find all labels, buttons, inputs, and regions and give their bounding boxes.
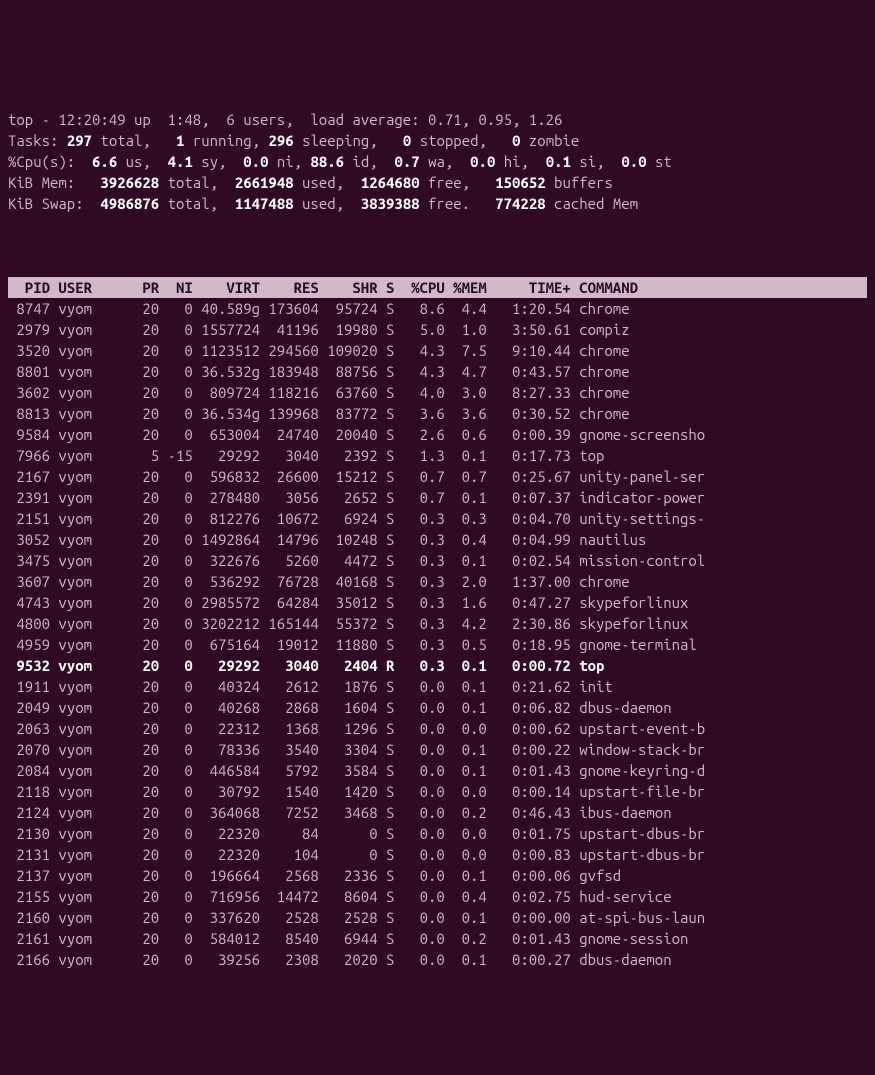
process-list[interactable]: 8747 vyom 20 0 40.589g 173604 95724 S 8.… — [8, 298, 867, 970]
process-row[interactable]: 2979 vyom 20 0 1557724 41196 19980 S 5.0… — [8, 319, 867, 340]
uptime-line: top - 12:20:49 up 1:48, 6 users, load av… — [8, 111, 562, 128]
tasks-sleeping: 296 — [268, 132, 302, 149]
mem-buffers: 150652 — [495, 174, 554, 191]
tasks-label: Tasks: — [8, 132, 67, 149]
process-row[interactable]: 3520 vyom 20 0 1123512 294560 109020 S 4… — [8, 340, 867, 361]
cpu-hi: 0.0 — [470, 153, 504, 170]
process-row[interactable]: 2167 vyom 20 0 596832 26600 15212 S 0.7 … — [8, 466, 867, 487]
process-row[interactable]: 4800 vyom 20 0 3202212 165144 55372 S 0.… — [8, 613, 867, 634]
process-row[interactable]: 3475 vyom 20 0 322676 5260 4472 S 0.3 0.… — [8, 550, 867, 571]
process-row[interactable]: 2124 vyom 20 0 364068 7252 3468 S 0.0 0.… — [8, 802, 867, 823]
process-row[interactable]: 8801 vyom 20 0 36.532g 183948 88756 S 4.… — [8, 361, 867, 382]
process-row[interactable]: 2063 vyom 20 0 22312 1368 1296 S 0.0 0.0… — [8, 718, 867, 739]
blank-line — [8, 235, 867, 256]
swap-cached: 774228 — [495, 195, 554, 212]
process-row[interactable]: 2391 vyom 20 0 278480 3056 2652 S 0.7 0.… — [8, 487, 867, 508]
swap-used: 1147488 — [235, 195, 302, 212]
process-row[interactable]: 2161 vyom 20 0 584012 8540 6944 S 0.0 0.… — [8, 928, 867, 949]
process-row[interactable]: 4743 vyom 20 0 2985572 64284 35012 S 0.3… — [8, 592, 867, 613]
process-row[interactable]: 3607 vyom 20 0 536292 76728 40168 S 0.3 … — [8, 571, 867, 592]
process-row[interactable]: 3602 vyom 20 0 809724 118216 63760 S 4.0… — [8, 382, 867, 403]
process-row[interactable]: 8813 vyom 20 0 36.534g 139968 83772 S 3.… — [8, 403, 867, 424]
process-row[interactable]: 2130 vyom 20 0 22320 84 0 S 0.0 0.0 0:01… — [8, 823, 867, 844]
process-row[interactable]: 2137 vyom 20 0 196664 2568 2336 S 0.0 0.… — [8, 865, 867, 886]
cpu-si: 0.1 — [546, 153, 580, 170]
process-row[interactable]: 4959 vyom 20 0 675164 19012 11880 S 0.3 … — [8, 634, 867, 655]
cpu-wa: 0.7 — [395, 153, 429, 170]
process-row[interactable]: 3052 vyom 20 0 1492864 14796 10248 S 0.3… — [8, 529, 867, 550]
process-row[interactable]: 2049 vyom 20 0 40268 2868 1604 S 0.0 0.1… — [8, 697, 867, 718]
process-row[interactable]: 2118 vyom 20 0 30792 1540 1420 S 0.0 0.0… — [8, 781, 867, 802]
cpu-ni: 0.0 — [243, 153, 277, 170]
mem-used: 2661948 — [235, 174, 302, 191]
swap-free: 3839388 — [361, 195, 428, 212]
cpu-us: 6.6 — [92, 153, 126, 170]
process-row[interactable]: 9584 vyom 20 0 653004 24740 20040 S 2.6 … — [8, 424, 867, 445]
mem-label: KiB Mem: — [8, 174, 100, 191]
swap-total: 4986876 — [100, 195, 167, 212]
process-row[interactable]: 8747 vyom 20 0 40.589g 173604 95724 S 8.… — [8, 298, 867, 319]
cpu-label: %Cpu(s): — [8, 153, 92, 170]
process-row[interactable]: 7966 vyom 5 -15 29292 3040 2392 S 1.3 0.… — [8, 445, 867, 466]
process-row[interactable]: 2166 vyom 20 0 39256 2308 2020 S 0.0 0.1… — [8, 949, 867, 970]
cpu-sy: 4.1 — [168, 153, 202, 170]
summary-area: top - 12:20:49 up 1:48, 6 users, load av… — [8, 88, 867, 214]
process-row[interactable]: 9532 vyom 20 0 29292 3040 2404 R 0.3 0.1… — [8, 655, 867, 676]
process-row[interactable]: 2070 vyom 20 0 78336 3540 3304 S 0.0 0.1… — [8, 739, 867, 760]
column-header[interactable]: PID USER PR NI VIRT RES SHR S %CPU %MEM … — [8, 277, 867, 298]
tasks-stopped: 0 — [403, 132, 420, 149]
mem-free: 1264680 — [361, 174, 428, 191]
process-row[interactable]: 2151 vyom 20 0 812276 10672 6924 S 0.3 0… — [8, 508, 867, 529]
process-row[interactable]: 2155 vyom 20 0 716956 14472 8604 S 0.0 0… — [8, 886, 867, 907]
swap-label: KiB Swap: — [8, 195, 100, 212]
cpu-st: 0.0 — [621, 153, 655, 170]
tasks-running: 1 — [176, 132, 193, 149]
process-row[interactable]: 1911 vyom 20 0 40324 2612 1876 S 0.0 0.1… — [8, 676, 867, 697]
tasks-total: 297 — [67, 132, 101, 149]
mem-total: 3926628 — [100, 174, 167, 191]
process-row[interactable]: 2131 vyom 20 0 22320 104 0 S 0.0 0.0 0:0… — [8, 844, 867, 865]
cpu-id: 88.6 — [310, 153, 352, 170]
tasks-zombie: 0 — [512, 132, 529, 149]
process-row[interactable]: 2084 vyom 20 0 446584 5792 3584 S 0.0 0.… — [8, 760, 867, 781]
process-row[interactable]: 2160 vyom 20 0 337620 2528 2528 S 0.0 0.… — [8, 907, 867, 928]
